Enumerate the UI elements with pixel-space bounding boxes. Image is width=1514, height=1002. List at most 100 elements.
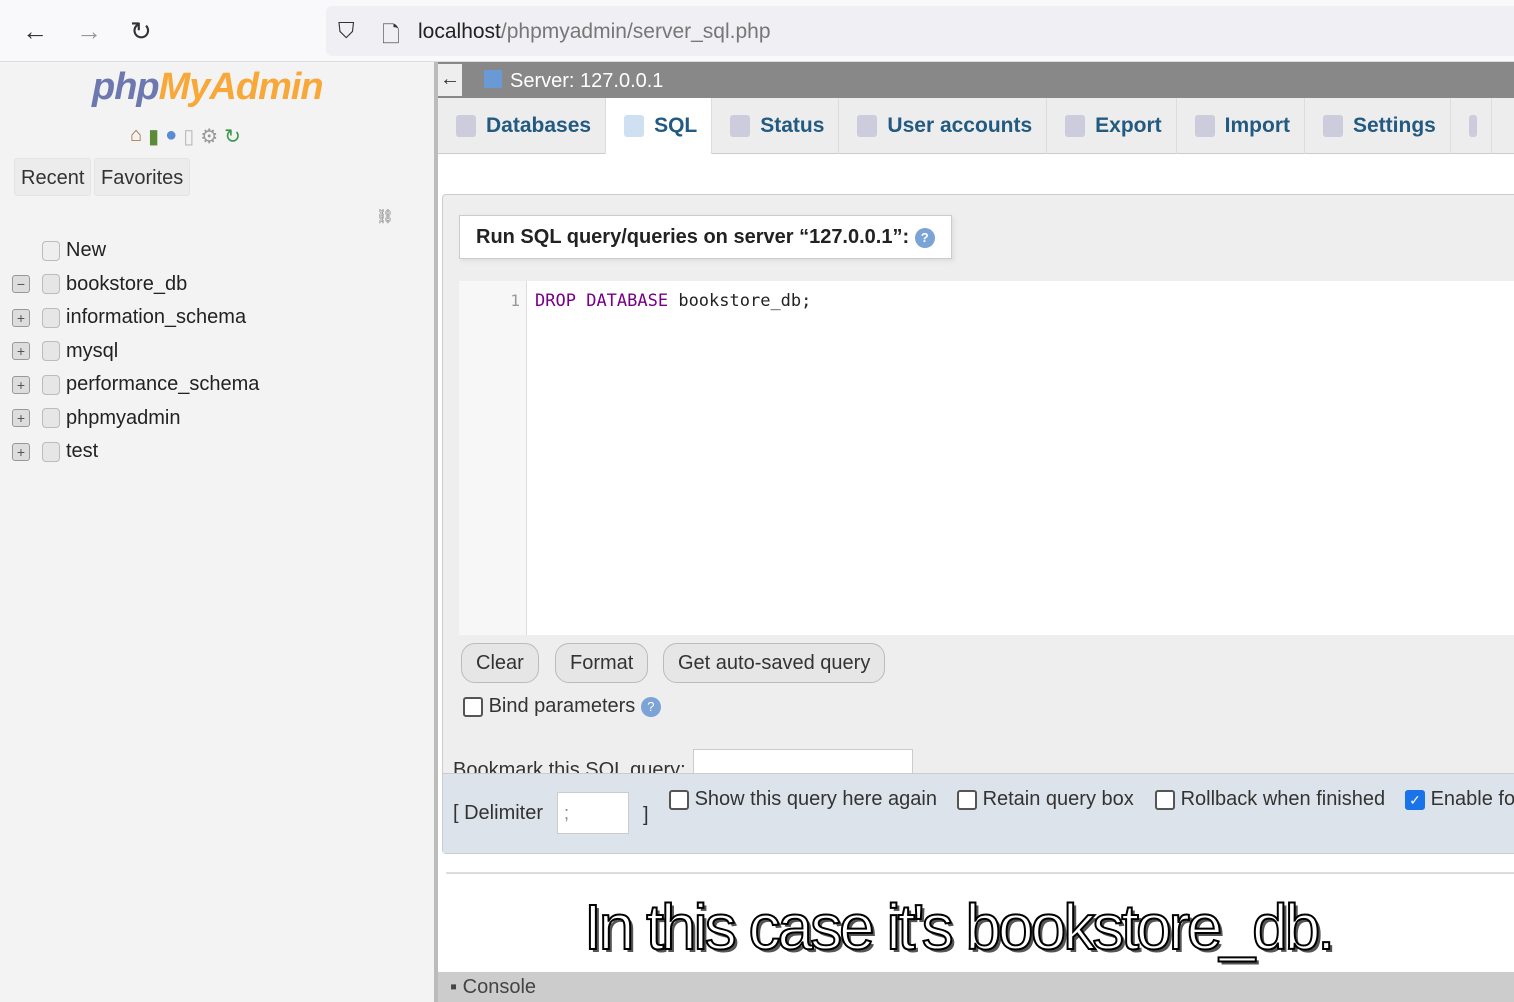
tree-label: test <box>66 440 99 463</box>
divider <box>446 872 1514 874</box>
logo-php: php <box>92 66 160 108</box>
show-query-again-option[interactable]: Show this query here again <box>669 788 937 811</box>
url-host: localhost <box>418 20 501 43</box>
database-icon <box>42 341 60 362</box>
sql-keyword: DATABASE <box>586 291 669 311</box>
tree-item-information-schema[interactable]: + information_schema <box>12 301 259 335</box>
page-icon: 🗋 <box>382 22 400 47</box>
recent-tab[interactable]: Recent <box>14 158 92 196</box>
collapse-sidebar-button[interactable]: ← <box>438 64 462 96</box>
wrench-icon <box>1323 115 1343 137</box>
database-tree: New − bookstore_db + information_schema + m… <box>12 234 259 469</box>
tab-label: SQL <box>654 114 698 137</box>
help-icon[interactable]: ● <box>165 124 177 149</box>
tab-label: Settings <box>1353 114 1436 137</box>
sql-keyword: DROP <box>535 291 576 311</box>
bind-parameters-option[interactable]: Bind parameters ? <box>463 695 661 718</box>
expand-icon[interactable]: + <box>12 375 30 394</box>
bind-parameters-checkbox[interactable] <box>463 696 483 717</box>
back-arrow-icon[interactable]: ← <box>22 16 48 47</box>
tree-label: performance_schema <box>66 373 260 396</box>
tab-status[interactable]: Status <box>712 98 840 154</box>
expand-icon[interactable]: + <box>12 342 30 361</box>
favorites-tab[interactable]: Favorites <box>94 158 191 196</box>
get-auto-saved-query-button[interactable]: Get auto-saved query <box>663 643 886 683</box>
url-text[interactable]: localhost/phpmyadmin/server_sql.php <box>418 20 771 44</box>
console-bar[interactable]: ▪ Console <box>438 972 1514 1002</box>
tab-sql[interactable]: SQL <box>606 98 713 154</box>
sql-editor[interactable]: 1 DROP DATABASE bookstore_db; <box>459 281 1514 635</box>
tab-import[interactable]: Import <box>1177 98 1305 154</box>
database-icon <box>42 307 60 328</box>
enable-foreign-key-option[interactable]: ✓ Enable fo <box>1405 788 1514 811</box>
sql-panel: 1 DROP DATABASE bookstore_db; Clear Form… <box>438 154 1514 972</box>
database-icon <box>42 441 60 462</box>
tab-more[interactable] <box>1451 98 1492 154</box>
query-options-bar: [ Delimiter ; ] Show this query here aga… <box>443 773 1514 853</box>
sql-icon <box>624 115 645 137</box>
expand-icon[interactable]: + <box>12 308 30 327</box>
home-icon[interactable]: ⌂ <box>130 124 142 149</box>
sql-query-fieldset: 1 DROP DATABASE bookstore_db; Clear Form… <box>442 194 1514 854</box>
retain-query-box-checkbox[interactable] <box>957 789 977 810</box>
console-icon: ▪ <box>450 976 458 998</box>
tab-label: Export <box>1095 114 1162 137</box>
expand-icon[interactable]: + <box>12 409 30 428</box>
phpmyadmin-logo[interactable]: phpMyAdmin <box>92 66 324 109</box>
retain-query-box-option[interactable]: Retain query box <box>957 788 1134 811</box>
tree-item-mysql[interactable]: + mysql <box>12 335 259 369</box>
status-chart-icon <box>730 115 751 137</box>
tree-item-performance-schema[interactable]: + performance_schema <box>12 368 259 402</box>
server-link[interactable]: Server: 127.0.0.1 <box>510 70 663 93</box>
tree-label: mysql <box>66 339 119 362</box>
rollback-checkbox[interactable] <box>1155 789 1175 810</box>
video-subtitle: In this case it's bookstore_db. <box>583 890 1336 964</box>
tab-label: Status <box>760 114 825 137</box>
tab-export[interactable]: Export <box>1047 98 1177 154</box>
logout-icon[interactable]: ▮ <box>148 124 159 149</box>
option-label: Rollback when finished <box>1180 788 1386 810</box>
sql-text: bookstore_db; <box>668 291 812 311</box>
delimiter-input[interactable]: ; <box>557 792 629 834</box>
reload-icon[interactable]: ↻ <box>130 16 152 47</box>
tree-label: phpmyadmin <box>66 406 181 429</box>
tab-label: User accounts <box>887 114 1033 137</box>
link-icon[interactable]: ⛓ <box>376 208 394 225</box>
enable-foreign-key-checkbox[interactable]: ✓ <box>1405 789 1425 810</box>
delimiter-close: ] <box>643 804 649 826</box>
show-query-again-checkbox[interactable] <box>669 789 689 810</box>
tab-user-accounts[interactable]: User accounts <box>839 98 1048 154</box>
docs-icon[interactable]: ▯ <box>183 124 194 149</box>
new-db-icon <box>42 240 60 261</box>
tree-label: information_schema <box>66 306 247 329</box>
logo-myadmin: MyAdmin <box>158 66 324 108</box>
import-icon <box>1194 115 1215 137</box>
tree-item-test[interactable]: + test <box>12 435 259 469</box>
server-breadcrumb: ← Server: 127.0.0.1 <box>438 62 1514 98</box>
tree-item-new[interactable]: New <box>12 234 259 268</box>
help-icon[interactable]: ? <box>640 696 661 717</box>
expand-icon[interactable]: + <box>12 442 30 461</box>
browser-toolbar: ← → ↻ ⛉ 🗋 localhost/phpmyadmin/server_sq… <box>0 0 1514 62</box>
database-icon <box>456 115 476 137</box>
shield-icon[interactable]: ⛉ <box>338 18 355 44</box>
help-icon[interactable]: ? <box>914 227 935 248</box>
format-button[interactable]: Format <box>555 643 649 683</box>
reload-navigation-icon[interactable]: ↻ <box>224 124 241 149</box>
option-label: Enable fo <box>1430 788 1514 810</box>
tab-label: Databases <box>486 114 592 137</box>
collapse-icon[interactable]: − <box>12 275 30 294</box>
forward-arrow-icon[interactable]: → <box>76 16 102 47</box>
tree-label: New <box>66 239 107 262</box>
rollback-option[interactable]: Rollback when finished <box>1155 788 1385 811</box>
tab-settings[interactable]: Settings <box>1305 98 1451 154</box>
tree-item-phpmyadmin[interactable]: + phpmyadmin <box>12 402 259 436</box>
sql-code[interactable]: DROP DATABASE bookstore_db; <box>535 291 811 311</box>
bind-parameters-label: Bind parameters <box>488 695 636 717</box>
gear-icon[interactable]: ⚙ <box>200 124 218 149</box>
tab-databases[interactable]: Databases <box>438 98 607 154</box>
clear-button[interactable]: Clear <box>461 643 539 683</box>
tree-item-bookstore-db[interactable]: − bookstore_db <box>12 268 259 302</box>
tab-label: Import <box>1224 114 1290 137</box>
main-tabs: Databases SQL Status User accounts Expor… <box>438 98 1514 154</box>
